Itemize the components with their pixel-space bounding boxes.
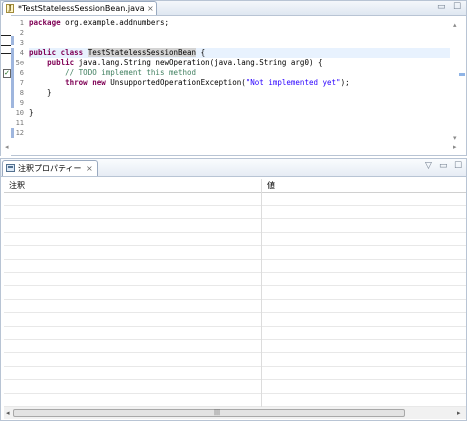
scroll-left-icon[interactable]: ◂ [5,143,9,151]
close-icon[interactable]: × [147,3,154,14]
table-row[interactable] [4,381,466,394]
table-row[interactable] [4,260,466,273]
overview-ruler-marker[interactable] [459,73,465,76]
maximize-icon[interactable]: ☐ [454,161,462,172]
table-row[interactable] [4,394,466,407]
close-icon[interactable]: × [86,163,93,174]
scroll-right-icon[interactable]: ▸ [453,143,457,151]
code-line: // TODO implement this method [65,68,197,77]
line-number: 11 [15,119,24,127]
table-row[interactable] [4,327,466,340]
line-number: 6 [19,69,24,77]
table-row[interactable] [4,220,466,233]
line-number: 7 [19,79,24,87]
view-menu-icon[interactable]: ▽ [425,161,432,172]
table-row[interactable] [4,314,466,327]
horizontal-scrollbar[interactable]: ◂ ▸ [1,141,466,155]
table-row[interactable] [4,287,466,300]
maximize-icon[interactable]: ☐ [453,2,461,13]
line-number: 3 [19,39,24,47]
vertical-scrollbar[interactable]: ▴ ▾ [450,16,465,142]
code-line-current: public class TestStatelessSessionBean { [29,48,454,58]
view-tab-title: 注釈プロパティー [18,164,82,173]
scroll-left-icon[interactable]: ◂ [6,408,10,418]
line-number: 2 [19,29,24,37]
code-line: } [29,108,34,117]
view-tab[interactable]: 注釈プロパティー × [2,160,98,176]
code-line: } [29,88,52,97]
horizontal-scrollbar[interactable]: ◂ ||| ▸ [4,407,466,419]
table-row[interactable] [4,300,466,314]
line-number: 8 [19,89,24,97]
grip-icon: ||| [214,409,221,416]
column-header-value[interactable]: 値 [262,179,466,192]
code-line: throw new UnsupportedOperationException(… [65,78,350,87]
line-number: 9 [19,99,24,107]
column-divider [261,179,262,407]
line-number: 4 [19,49,24,57]
scroll-right-icon[interactable]: ▸ [457,408,461,418]
editor-tab[interactable]: J *TestStatelessSessionBean.java × [2,1,157,15]
table-row[interactable] [4,247,466,260]
table-row[interactable] [4,367,466,381]
checkmark-icon[interactable]: ✓ [3,69,11,78]
annotation-table[interactable]: 注釈 値 [4,179,466,407]
table-row[interactable] [4,193,466,206]
editor-tab-bar: J *TestStatelessSessionBean.java × ▭ ☐ [1,1,466,16]
table-row[interactable] [4,233,466,247]
line-number: 12 [15,129,24,137]
code-area[interactable]: package org.example.addnumbers; public c… [29,18,454,138]
view-tab-bar: 注釈プロパティー × ▽ ▭ ☐ [1,159,466,177]
column-header-annotation[interactable]: 注釈 [4,179,261,192]
table-row[interactable] [4,206,466,220]
line-number: 5⊖ [15,59,24,67]
table-row[interactable] [4,354,466,367]
annotation-ruler[interactable] [1,15,11,156]
line-number: 10 [15,109,24,117]
editor-tab-title: *TestStatelessSessionBean.java [18,4,145,13]
java-file-icon: J [6,4,14,13]
table-header: 注釈 値 [4,179,466,193]
code-line: package org.example.addnumbers; [29,18,169,27]
minimize-icon[interactable]: ▭ [437,2,446,13]
annotation-properties-view: 注釈プロパティー × ▽ ▭ ☐ 注釈 値 ◂ ||| ▸ [0,158,467,421]
code-line: public java.lang.String newOperation(jav… [47,58,323,67]
scrollbar-thumb[interactable]: ||| [13,409,405,417]
table-row[interactable] [4,273,466,287]
table-row[interactable] [4,340,466,354]
minimize-icon[interactable]: ▭ [439,161,448,172]
java-editor: J *TestStatelessSessionBean.java × ▭ ☐ ✓… [0,0,467,156]
view-icon [6,164,15,172]
line-number: 1 [19,19,24,27]
scroll-up-icon[interactable]: ▴ [453,21,457,29]
